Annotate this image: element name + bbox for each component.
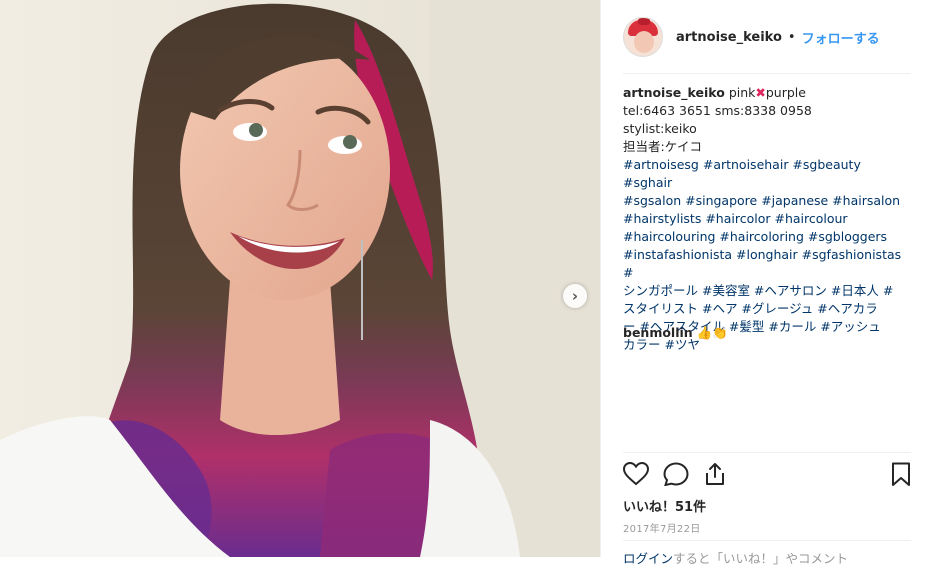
- comment-username[interactable]: benmollin: [623, 325, 693, 340]
- comment-item: benmollin 👍👏: [623, 325, 728, 341]
- share-icon[interactable]: [703, 462, 727, 486]
- cross-emoji-icon: ✖: [755, 85, 766, 100]
- login-prompt-text: すると「いいね！」やコメント: [673, 551, 849, 566]
- post-header: artnoise_keiko • フォローする: [623, 14, 913, 60]
- caption-text-pink: pink: [728, 85, 756, 100]
- hashtag-line[interactable]: #sgsalon #singapore #japanese #hairsalon: [623, 193, 900, 208]
- caption-title-line: artnoise_keiko pink✖purple: [623, 84, 913, 102]
- login-link[interactable]: ログイン: [623, 551, 673, 566]
- next-photo-button[interactable]: ›: [563, 284, 587, 308]
- hashtag-line[interactable]: #hairstylists #haircolor #haircolour: [623, 211, 848, 226]
- actions-divider: [623, 452, 911, 453]
- hashtag-line[interactable]: スタイリスト #ヘア #グレージュ #ヘアカラ: [623, 301, 878, 316]
- hashtag-line[interactable]: シンガポール #美容室 #ヘアサロン #日本人 #: [623, 283, 893, 298]
- caption-stylist: stylist:keiko: [623, 121, 697, 136]
- post-caption: artnoise_keiko pink✖purple tel:6463 3651…: [623, 84, 913, 354]
- comment-icon[interactable]: [663, 462, 689, 486]
- caption-text-purple: purple: [765, 85, 806, 100]
- comment-text: 👍👏: [696, 325, 728, 340]
- likes-count[interactable]: いいね！51件: [623, 496, 706, 515]
- login-prompt: ログインすると「いいね！」やコメント: [623, 548, 848, 567]
- portrait-image: [0, 0, 600, 557]
- heart-icon[interactable]: [623, 462, 649, 486]
- hashtag-line[interactable]: #instafashionista #longhair #sgfashionis…: [623, 247, 901, 280]
- post-date: 2017年7月22日: [623, 524, 701, 535]
- header-divider: [623, 73, 911, 74]
- bookmark-icon[interactable]: [891, 462, 911, 487]
- chevron-right-icon: ›: [571, 286, 579, 305]
- header-username[interactable]: artnoise_keiko: [676, 30, 782, 45]
- caption-tantou: 担当者:ケイコ: [623, 139, 702, 154]
- action-bar: [623, 460, 913, 490]
- caption-username[interactable]: artnoise_keiko: [623, 85, 725, 100]
- hashtag-line[interactable]: #artnoisesg #artnoisehair #sgbeauty #sgh…: [623, 157, 861, 190]
- separator-dot: •: [787, 29, 796, 45]
- hashtag-line[interactable]: #haircolouring #haircoloring #sgbloggers: [623, 229, 887, 244]
- caption-tel: tel:6463 3651 sms:8338 0958: [623, 103, 812, 118]
- post-photo[interactable]: ›: [0, 0, 600, 557]
- post-side-panel: artnoise_keiko • フォローする artnoise_keiko p…: [600, 0, 933, 566]
- avatar[interactable]: [623, 17, 663, 57]
- follow-button[interactable]: フォローする: [802, 28, 880, 47]
- footer-divider: [623, 540, 911, 541]
